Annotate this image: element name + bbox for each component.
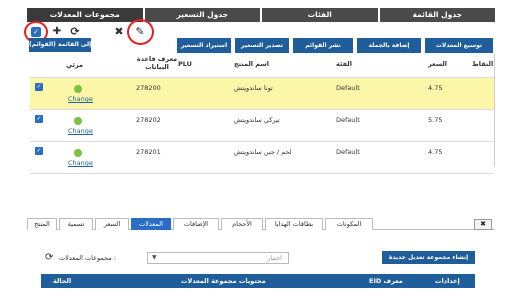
tab-pricing-table[interactable]: جدول التسعير bbox=[144, 8, 260, 22]
header-settings: إعدادات bbox=[435, 277, 460, 285]
tab-ingredients[interactable]: المكونات bbox=[325, 218, 373, 230]
publish-menus-button[interactable]: نشر القوائم bbox=[293, 38, 353, 53]
chevron-down-icon: ▼ bbox=[152, 254, 157, 261]
cell-product-name: لحم / جبن ساندويتش bbox=[234, 148, 292, 156]
cell-price: 4.75 bbox=[428, 148, 443, 156]
cell-category: Default bbox=[336, 148, 360, 156]
header-category: الفئة bbox=[336, 60, 352, 68]
tab-product[interactable]: المنتج bbox=[27, 218, 57, 230]
tab-categories[interactable]: الفئات bbox=[262, 8, 378, 22]
modifier-groups-label: مجموعات المعدلات : bbox=[59, 254, 117, 262]
change-link[interactable]: Change bbox=[68, 95, 93, 103]
product-detail-panel: المنتج تسمية السعر المعدلات الإضافات الأ… bbox=[27, 216, 495, 303]
import-pricing-button[interactable]: استيراد التسعير bbox=[177, 38, 231, 53]
cell-price: 5.75 bbox=[428, 116, 443, 124]
header-eid: EID معرف bbox=[369, 277, 403, 285]
modifier-group-select[interactable]: ▼ اختيار bbox=[147, 252, 289, 264]
header-price: السعر bbox=[428, 60, 447, 68]
cell-db-id: 278202 bbox=[136, 116, 161, 124]
create-modifier-group-button[interactable]: إنشاء مجموعة تعديل جديدة bbox=[382, 251, 475, 264]
header-plu: PLU bbox=[178, 60, 192, 68]
action-button-row: توسيع المعدلات إضافة بالجملة نشر القوائم… bbox=[27, 38, 495, 54]
close-panel-button[interactable]: ✖ bbox=[474, 219, 492, 230]
table-row[interactable]: ✓ Change 278201 لحم / جبن ساندويتش Defau… bbox=[30, 142, 494, 174]
modifier-table-header: الحالة محتويات مجموعة المعدلات EID معرف … bbox=[41, 274, 475, 288]
select-placeholder: اختيار bbox=[267, 254, 282, 262]
cell-category: Default bbox=[336, 84, 360, 92]
cell-category: Default bbox=[336, 116, 360, 124]
header-group-contents: محتويات مجموعة المعدلات bbox=[181, 277, 266, 285]
top-tab-bar: جدول القائمة الفئات جدول التسعير مجموعات… bbox=[27, 8, 495, 22]
header-db-id: معرف قاعدة البيانات bbox=[136, 55, 178, 71]
expand-modifiers-button[interactable]: توسيع المعدلات bbox=[425, 38, 493, 53]
cell-db-id: 278200 bbox=[136, 84, 161, 92]
tab-menu-table[interactable]: جدول القائمة bbox=[379, 8, 495, 22]
header-visible: مرئي bbox=[66, 61, 84, 69]
tab-gift-cards[interactable]: بطاقات الهدايا bbox=[265, 218, 323, 230]
cell-product-name: تيركي ساندويتش bbox=[234, 116, 280, 124]
table-row[interactable]: ✓ Change 278202 تيركي ساندويتش Default 5… bbox=[30, 110, 494, 142]
grid-right-border bbox=[494, 54, 495, 167]
header-status: الحالة bbox=[53, 277, 72, 285]
export-pricing-button[interactable]: تصدير التسعير bbox=[235, 38, 289, 53]
detail-tab-bar: المنتج تسمية السعر المعدلات الإضافات الأ… bbox=[27, 216, 495, 230]
tab-modifier-groups[interactable]: مجموعات المعدلات bbox=[27, 8, 143, 22]
tab-modifiers[interactable]: المعدلات bbox=[131, 218, 171, 230]
cell-price: 4.75 bbox=[428, 84, 443, 92]
row-checkbox[interactable]: ✓ bbox=[35, 83, 43, 91]
header-points: النقاط bbox=[472, 60, 494, 68]
tab-sizes[interactable]: الأحجام bbox=[221, 218, 263, 230]
tab-price[interactable]: السعر bbox=[95, 218, 129, 230]
cell-db-id: 278201 bbox=[136, 148, 161, 156]
refresh-icon[interactable]: ⟳ bbox=[45, 252, 53, 263]
tab-label[interactable]: تسمية bbox=[59, 218, 93, 230]
change-link[interactable]: Change bbox=[68, 127, 93, 135]
grid-header: مرئي معرف قاعدة البيانات PLU اسم المنتج … bbox=[30, 54, 494, 78]
visible-status-dot bbox=[74, 85, 82, 93]
bulk-add-button[interactable]: إضافة بالجملة bbox=[357, 38, 421, 53]
change-link[interactable]: Change bbox=[68, 159, 93, 167]
row-checkbox[interactable]: ✓ bbox=[35, 115, 43, 123]
add-to-menu-button[interactable]: إضافة إلى القائمة (القوائم) bbox=[29, 38, 111, 52]
visible-status-dot bbox=[74, 117, 82, 125]
visible-status-dot bbox=[74, 149, 82, 157]
row-checkbox[interactable]: ✓ bbox=[35, 147, 43, 155]
table-row[interactable]: ✓ Change 278200 تونا ساندويتش Default 4.… bbox=[30, 78, 494, 110]
product-grid: مرئي معرف قاعدة البيانات PLU اسم المنتج … bbox=[30, 54, 494, 174]
tab-add-ons[interactable]: الإضافات bbox=[173, 218, 219, 230]
cell-product-name: تونا ساندويتش bbox=[234, 84, 273, 92]
header-product-name: اسم المنتج bbox=[234, 60, 269, 68]
